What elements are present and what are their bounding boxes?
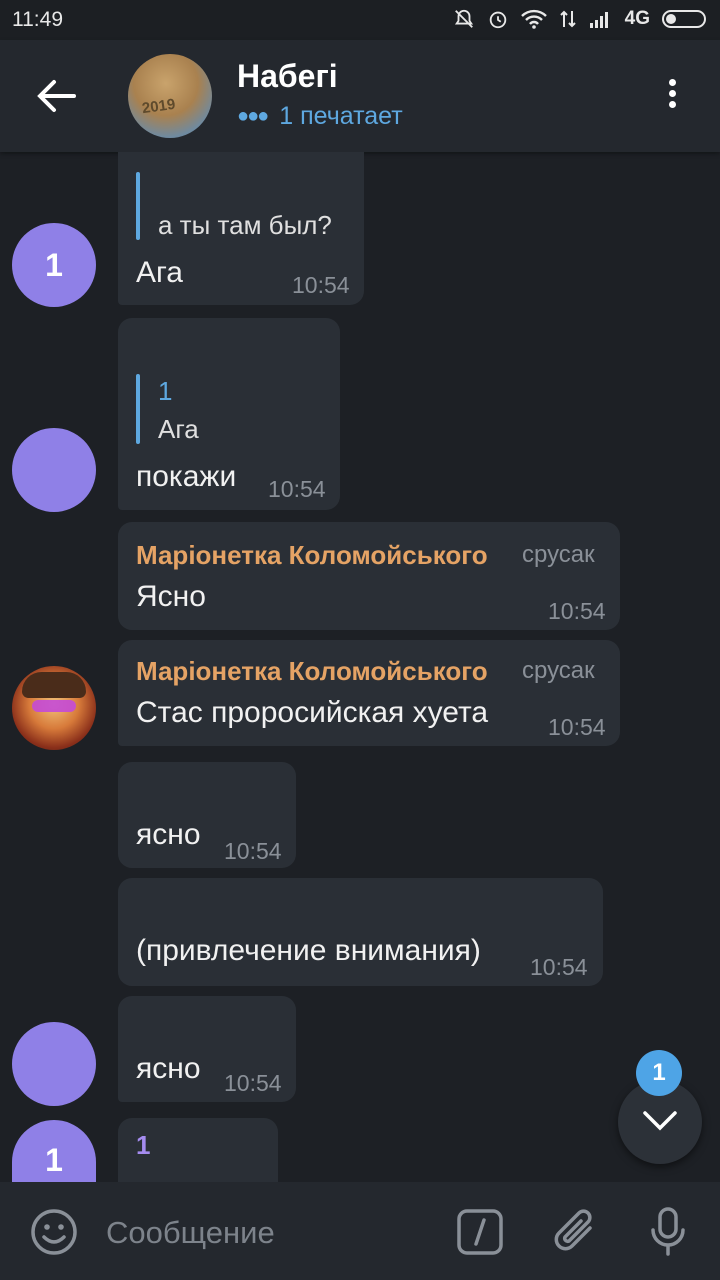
chevron-down-icon <box>643 1111 677 1131</box>
message-time: 10:54 <box>548 714 606 740</box>
message-text: Ага <box>136 256 183 289</box>
bell-off-icon <box>454 9 473 28</box>
typing-status: ●●● 1 печатает <box>237 102 403 131</box>
message-bubble[interactable]: (привлечение внимания) 10:54 <box>118 878 603 986</box>
reply-name: 1 <box>136 1130 151 1160</box>
signal-icon <box>589 12 608 28</box>
chat-title[interactable]: Набегі <box>237 58 338 95</box>
avatar[interactable] <box>12 1022 96 1106</box>
avatar[interactable]: 1 <box>12 1120 96 1182</box>
message-input[interactable] <box>104 1210 428 1256</box>
reply-bar <box>136 374 140 444</box>
message-bubble[interactable]: а ты там был? Ага 10:54 <box>118 152 364 305</box>
message-bubble[interactable]: Маріонетка Коломойського срусак Ясно 10:… <box>118 522 620 630</box>
more-menu-icon[interactable] <box>660 76 684 116</box>
message-text: ясно <box>136 818 201 851</box>
reply-bar <box>136 172 140 240</box>
typing-dots-icon: ●●● <box>237 105 269 127</box>
typing-status-text: 1 печатает <box>279 102 403 130</box>
avatar-sand-text: 2019 <box>140 95 177 118</box>
message-bubble[interactable]: ясно 10:54 <box>118 996 296 1102</box>
wifi-icon <box>520 9 547 29</box>
network-type: 4G <box>624 8 650 29</box>
sender-role: срусак <box>522 657 595 684</box>
sender-name[interactable]: Маріонетка Коломойського <box>136 540 488 571</box>
message-time: 10:54 <box>548 598 606 624</box>
avatar[interactable] <box>12 428 96 512</box>
message-bubble[interactable]: ясно 10:54 <box>118 762 296 868</box>
attach-icon[interactable] <box>552 1206 600 1258</box>
reply-name: 1 <box>158 376 173 406</box>
message-text: ясно <box>136 1052 201 1085</box>
unread-badge: 1 <box>636 1050 682 1096</box>
message-input-bar <box>0 1182 720 1280</box>
alarm-icon <box>489 11 506 29</box>
user-photo-avatar[interactable] <box>12 666 96 750</box>
message-text: (привлечение внимания) <box>136 934 481 967</box>
photo-glasses <box>32 700 76 712</box>
sender-name[interactable]: Маріонетка Коломойського <box>136 656 488 687</box>
status-icons: 4G <box>453 8 706 30</box>
message-time: 10:54 <box>224 838 282 864</box>
reply-text: а ты там был? <box>158 210 332 240</box>
photo-hair <box>22 672 86 698</box>
chat-header: 2019 Набегі ●●● 1 печатает <box>0 40 720 152</box>
back-arrow-icon[interactable] <box>34 76 78 116</box>
microphone-icon[interactable] <box>648 1206 688 1258</box>
status-time: 11:49 <box>12 8 63 31</box>
message-text: Стас проросийская хуета <box>136 696 489 729</box>
message-time: 10:54 <box>292 272 350 298</box>
message-time: 10:54 <box>224 1070 282 1096</box>
reply-text: Ага <box>158 414 199 444</box>
bot-command-icon[interactable] <box>456 1208 504 1256</box>
battery-icon <box>662 10 706 28</box>
emoji-icon[interactable] <box>30 1208 78 1256</box>
avatar[interactable]: 1 <box>12 223 96 307</box>
message-time: 10:54 <box>268 476 326 502</box>
message-text: Ясно <box>136 580 206 613</box>
message-time: 10:54 <box>530 954 588 980</box>
message-bubble[interactable]: 1 <box>118 1118 278 1182</box>
data-transfer-icon <box>559 10 576 28</box>
chat-avatar[interactable]: 2019 <box>128 54 212 138</box>
message-bubble[interactable]: Маріонетка Коломойського срусак Стас про… <box>118 640 620 746</box>
sender-role: срусак <box>522 541 595 568</box>
message-text: покажи <box>136 460 237 493</box>
status-bar: 11:49 4G <box>0 0 720 40</box>
message-bubble[interactable]: 1 Ага покажи 10:54 <box>118 318 340 510</box>
